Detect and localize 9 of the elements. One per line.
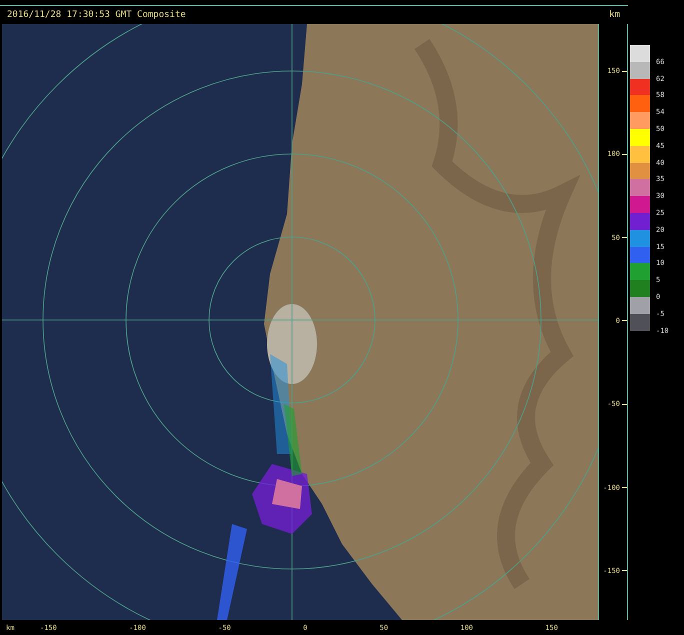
tick-mark xyxy=(622,237,627,238)
tick-mark xyxy=(622,404,627,405)
tick-mark xyxy=(622,487,627,488)
tick-mark xyxy=(622,154,627,155)
tick-mark xyxy=(622,320,627,322)
tick-mark xyxy=(622,70,627,72)
unit-label: km xyxy=(609,10,620,20)
tick-mark xyxy=(622,570,627,572)
radar-timestamp: 2016/11/28 17:30:53 GMT Composite xyxy=(7,10,186,20)
